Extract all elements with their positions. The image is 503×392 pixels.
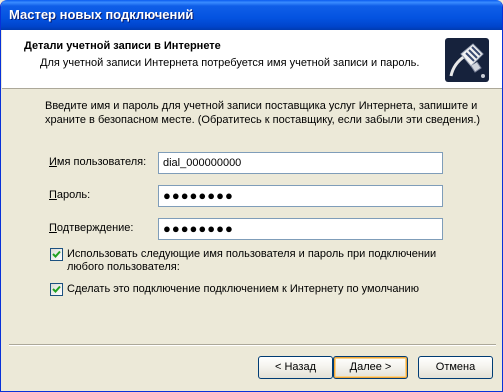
shared-credentials-checkbox[interactable] bbox=[50, 248, 63, 261]
username-label: Имя пользователя: bbox=[49, 156, 147, 168]
confirm-label: Подтверждение: bbox=[49, 222, 134, 234]
header-title: Детали учетной записи в Интернете bbox=[24, 40, 221, 52]
wizard-window: Мастер новых подключений Детали учетной … bbox=[0, 0, 503, 392]
password-input[interactable]: ●●●●●●●● bbox=[158, 185, 443, 207]
next-button[interactable]: Далее > bbox=[333, 356, 408, 379]
username-input[interactable]: dial_000000000 bbox=[158, 152, 443, 174]
default-connection-checkbox[interactable] bbox=[50, 283, 63, 296]
confirm-password-input[interactable]: ●●●●●●●● bbox=[158, 218, 443, 240]
password-label: Пароль: bbox=[49, 189, 91, 201]
back-button[interactable]: < Назад bbox=[258, 356, 333, 379]
intro-text: Введите имя и пароль для учетной записи … bbox=[45, 100, 481, 126]
title-bar[interactable]: Мастер новых подключений bbox=[1, 0, 502, 30]
default-connection-label[interactable]: Сделать это подключение подключением к И… bbox=[67, 283, 467, 296]
wizard-header: Детали учетной записи в Интернете Для уч… bbox=[2, 30, 502, 89]
cancel-button[interactable]: Отмена bbox=[418, 356, 493, 379]
phone-plug-icon bbox=[445, 38, 489, 82]
footer-separator bbox=[9, 344, 496, 346]
header-subtitle: Для учетной записи Интернета потребуется… bbox=[40, 57, 420, 69]
checkmark-icon bbox=[52, 285, 61, 293]
checkmark-icon bbox=[52, 250, 61, 258]
shared-credentials-label[interactable]: Использовать следующие имя пользователя … bbox=[67, 248, 467, 274]
window-title: Мастер новых подключений bbox=[9, 7, 194, 22]
